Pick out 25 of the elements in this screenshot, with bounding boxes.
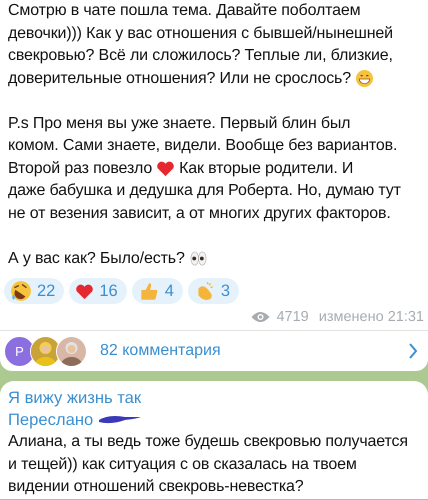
message-text: P.s Про меня вы уже знаете. Первый блин был xyxy=(8,114,352,134)
message-text: Как вторые родители. И xyxy=(179,158,354,178)
message-text: даже бабушка и дедушка для Роберта. Но, думаю тут не от везения зависит, а от многих других факторов. xyxy=(8,181,402,224)
eye-icon xyxy=(251,311,270,323)
heart-icon xyxy=(156,159,176,178)
comments-link[interactable]: 82 комментария xyxy=(100,342,408,360)
reaction-button[interactable]: 22 xyxy=(4,278,64,304)
message-text: А у вас как? Было/есть? xyxy=(8,248,185,268)
reaction-button[interactable]: 4 xyxy=(132,278,183,304)
message-text: комом. Сами знаете, видели. Вообще без вариантов. xyxy=(8,136,398,156)
reaction-button[interactable]: 16 xyxy=(69,278,127,304)
reaction-button[interactable]: 3 xyxy=(188,278,240,304)
chevron-right-icon[interactable] xyxy=(408,343,418,359)
view-count: 4719 xyxy=(276,309,309,325)
message-text: доверительные отношения? Или не срослось? xyxy=(8,68,351,88)
eyes-icon xyxy=(188,249,208,268)
grinning-face-icon xyxy=(354,69,374,88)
message-text: Второй раз повезло xyxy=(8,158,152,178)
laughing-face-icon xyxy=(10,280,32,302)
heart-icon xyxy=(75,282,94,300)
edited-time: изменено 21:31 xyxy=(318,309,424,325)
avatar: Р xyxy=(4,336,35,366)
author-name[interactable]: Я вижу жизнь так xyxy=(8,387,420,409)
forwarded-label: Переслано xyxy=(8,409,94,431)
message-text: Алиана, а ты ведь тоже будешь свекровью получается и тещей)) как ситуация с ов сказалась на твоем видении отношений свекровь-невестка? xyxy=(8,432,409,497)
